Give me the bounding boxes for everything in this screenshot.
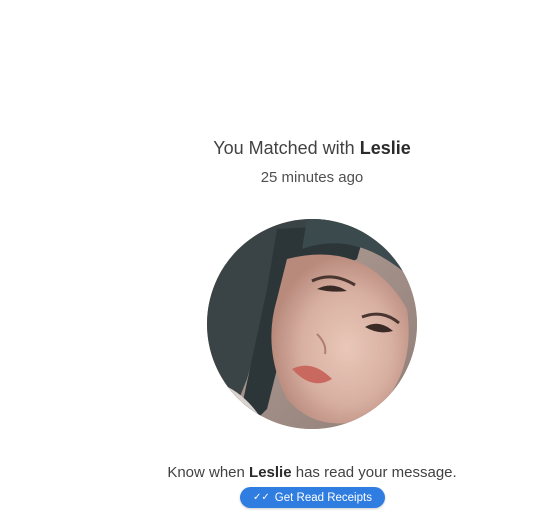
read-receipts-name: Leslie: [249, 464, 292, 481]
match-name: Leslie: [359, 138, 411, 158]
read-receipts-suffix: has read your message.: [295, 464, 457, 481]
get-read-receipts-label: Get Read Receipts: [274, 491, 372, 504]
match-timestamp: 25 minutes ago: [260, 169, 364, 186]
read-receipts-message: Know when Leslie has read your message.: [0, 464, 554, 481]
get-read-receipts-button[interactable]: ✓✓ Get Read Receipts: [240, 487, 385, 508]
profile-photo: [207, 219, 417, 429]
read-receipts-prefix: Know when: [167, 464, 245, 481]
match-title-prefix: You Matched with: [213, 138, 355, 158]
double-check-icon: ✓✓: [253, 491, 270, 503]
match-title: You Matched with Leslie: [0, 138, 554, 159]
match-screen: You Matched with Leslie 25 minutes ago K…: [0, 0, 554, 529]
avatar[interactable]: [207, 219, 417, 429]
